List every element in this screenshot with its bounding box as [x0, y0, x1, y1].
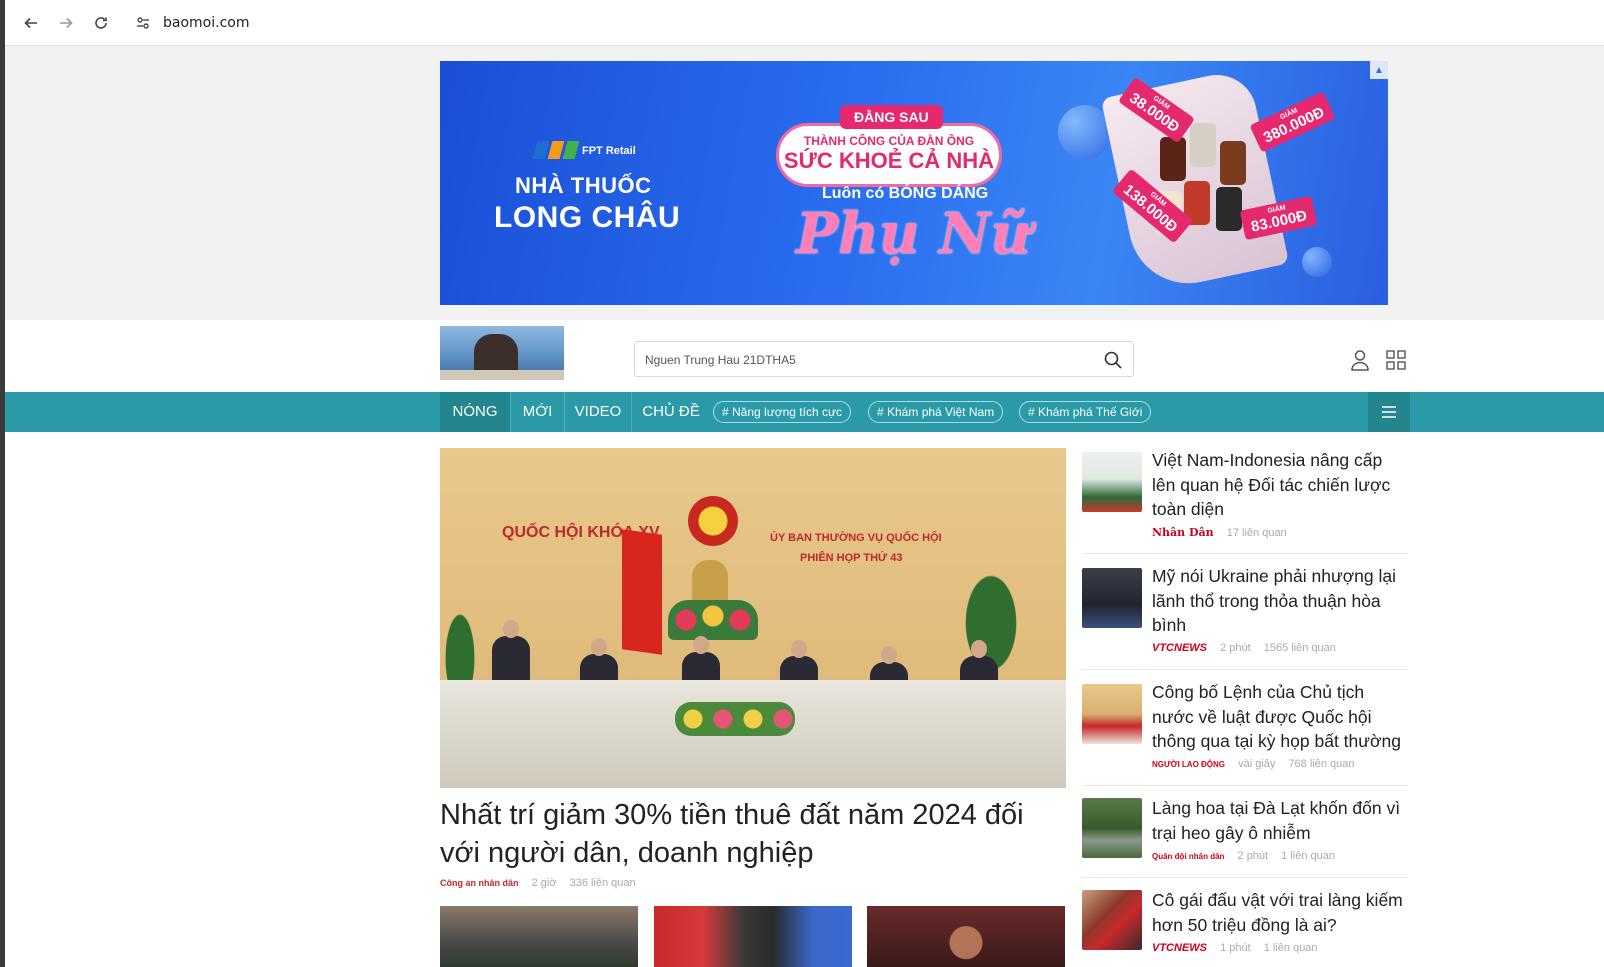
related-label[interactable]: 1 liên quan — [1264, 942, 1318, 954]
hamburger-icon — [1382, 406, 1396, 418]
list-item[interactable]: Việt Nam-Indonesia nâng cấp lên quan hệ … — [1082, 448, 1408, 554]
ad-price-tag: GIẢM 380.000Đ — [1249, 91, 1336, 153]
nav-item-new[interactable]: MỚI — [511, 392, 565, 432]
site-logo[interactable] — [440, 326, 564, 380]
article-thumbnail[interactable] — [1082, 684, 1142, 744]
chip-explore-world[interactable]: # Khám phá Thế Giới — [1019, 401, 1152, 423]
article-title[interactable]: Công bố Lệnh của Chủ tịch nước về luật đ… — [1152, 680, 1408, 754]
time-label: 2 phút — [1237, 850, 1269, 862]
fpt-logo-icon — [532, 141, 580, 159]
article-title[interactable]: Mỹ nói Ukraine phải nhượng lại lãnh thổ … — [1152, 564, 1408, 638]
ad-bottle — [1216, 187, 1242, 231]
related-label[interactable]: 1 liên quan — [1281, 850, 1335, 862]
chip-explore-vietnam[interactable]: # Khám phá Việt Nam — [868, 401, 1004, 423]
featured-meta: Công an nhân dân 2 giờ 336 liên quan — [440, 877, 636, 889]
list-item[interactable]: Làng hoa tại Đà Lạt khốn đốn vì trại heo… — [1082, 796, 1408, 878]
ad-brand-line1: NHÀ THUỐC — [515, 173, 652, 198]
list-item[interactable]: Công bố Lệnh của Chủ tịch nước về luật đ… — [1082, 680, 1408, 786]
time-label: vài giây — [1238, 758, 1276, 770]
source-label[interactable]: VTCNEWS — [1152, 642, 1207, 654]
nav-item-video[interactable]: VIDEO — [565, 392, 632, 432]
time-label: 1 phút — [1220, 942, 1251, 954]
thumbnail-image[interactable] — [867, 906, 1065, 967]
flower-decoration — [675, 702, 795, 736]
menu-button[interactable] — [1368, 392, 1410, 432]
arrow-right-icon — [60, 17, 73, 29]
nav-item-hot[interactable]: NÓNG — [440, 392, 511, 432]
article-title[interactable]: Việt Nam-Indonesia nâng cấp lên quan hệ … — [1152, 448, 1408, 522]
search-box[interactable]: Nguen Trung Hau 21DTHA5 — [634, 341, 1134, 377]
ad-orb — [1302, 247, 1332, 277]
thumbnail-image[interactable] — [654, 906, 852, 967]
adchoices-icon[interactable]: ▲ — [1370, 61, 1388, 79]
related-label[interactable]: 1565 liên quan — [1264, 642, 1336, 654]
article-thumbnail[interactable] — [1082, 452, 1142, 512]
user-icon[interactable] — [1350, 349, 1370, 371]
ad-bubble: THÀNH CÔNG CỦA ĐÀN ÔNG SỨC KHOẺ CẢ NHÀ — [776, 123, 1002, 187]
article-thumbnail[interactable] — [1082, 568, 1142, 628]
ad-script-text: Phụ Nữ — [796, 201, 1031, 267]
time-label: 2 phút — [1220, 642, 1251, 654]
chip-positive-energy[interactable]: # Năng lượng tích cực — [713, 401, 851, 423]
featured-image-text: PHIÊN HỌP THỨ 43 — [800, 552, 903, 564]
article-thumbnail[interactable] — [1082, 798, 1142, 858]
forward-button[interactable] — [54, 11, 78, 35]
ad-brand-line2: LONG CHÂU — [494, 201, 681, 234]
flower-decoration — [668, 600, 758, 640]
source-label[interactable]: NGƯỜI LAO ĐỘNG — [1152, 760, 1225, 769]
featured-image-text: ỦY BAN THƯỜNG VỤ QUỐC HỘI — [770, 532, 942, 544]
thumbnail-image[interactable] — [440, 906, 638, 967]
related-label[interactable]: 336 liên quan — [570, 877, 636, 889]
ad-bottle — [1160, 137, 1186, 181]
related-label[interactable]: 768 liên quan — [1288, 758, 1354, 770]
featured-image[interactable]: QUỐC HỘI KHÓA XV ỦY BAN THƯỜNG VỤ QUỐC H… — [440, 448, 1066, 788]
url-text: baomoi.com — [163, 15, 250, 31]
article-thumbnail[interactable] — [1082, 890, 1142, 950]
ad-tag: ĐẰNG SAU — [840, 105, 943, 129]
ad-bottle — [1190, 123, 1216, 167]
list-item[interactable]: Cô gái đấu vật với trai làng kiếm hơn 50… — [1082, 888, 1408, 967]
reload-icon — [95, 17, 107, 29]
source-label[interactable]: Quân đội nhân dân — [1152, 852, 1224, 861]
source-label[interactable]: VTCNEWS — [1152, 942, 1207, 954]
flag-shape — [622, 529, 662, 655]
search-input[interactable]: Nguen Trung Hau 21DTHA5 — [645, 353, 796, 367]
person-shape — [492, 620, 530, 686]
article-title[interactable]: Làng hoa tại Đà Lạt khốn đốn vì trại heo… — [1152, 796, 1408, 845]
back-button[interactable] — [19, 11, 43, 35]
ad-bubble-line2: SỨC KHOẺ CẢ NHÀ — [783, 148, 995, 173]
arrow-left-icon — [24, 17, 37, 29]
article-title[interactable]: Cô gái đấu vật với trai làng kiếm hơn 50… — [1152, 888, 1408, 937]
ad-bubble-line1: THÀNH CÔNG CỦA ĐÀN ÔNG — [803, 134, 975, 148]
time-label: 2 giờ — [531, 877, 557, 889]
ad-bottle — [1220, 141, 1246, 185]
ad-banner[interactable]: ▲ FPT Retail NHÀ THUỐC LONG CHÂU THÀNH C… — [440, 61, 1388, 305]
featured-headline[interactable]: Nhất trí giảm 30% tiền thuê đất năm 2024… — [440, 796, 1066, 872]
site-settings-icon[interactable] — [135, 15, 151, 31]
emblem-icon — [688, 496, 738, 546]
nav-item-topics[interactable]: CHỦ ĐỀ — [632, 392, 710, 432]
apps-grid-icon[interactable] — [1386, 350, 1406, 370]
reload-button[interactable] — [89, 11, 113, 35]
main-nav: NÓNG MỚI VIDEO CHỦ ĐỀ # Năng lượng tích … — [440, 392, 1410, 432]
browser-toolbar: baomoi.com — [5, 0, 1604, 46]
source-label[interactable]: Nhân Dân — [1152, 526, 1214, 539]
search-icon[interactable] — [1103, 350, 1123, 370]
related-label[interactable]: 17 liên quan — [1227, 527, 1287, 539]
list-item[interactable]: Mỹ nói Ukraine phải nhượng lại lãnh thổ … — [1082, 564, 1408, 670]
source-label[interactable]: Công an nhân dân — [440, 878, 519, 888]
address-bar[interactable]: baomoi.com — [127, 6, 1597, 40]
ad-retail-label: FPT Retail — [582, 145, 636, 157]
